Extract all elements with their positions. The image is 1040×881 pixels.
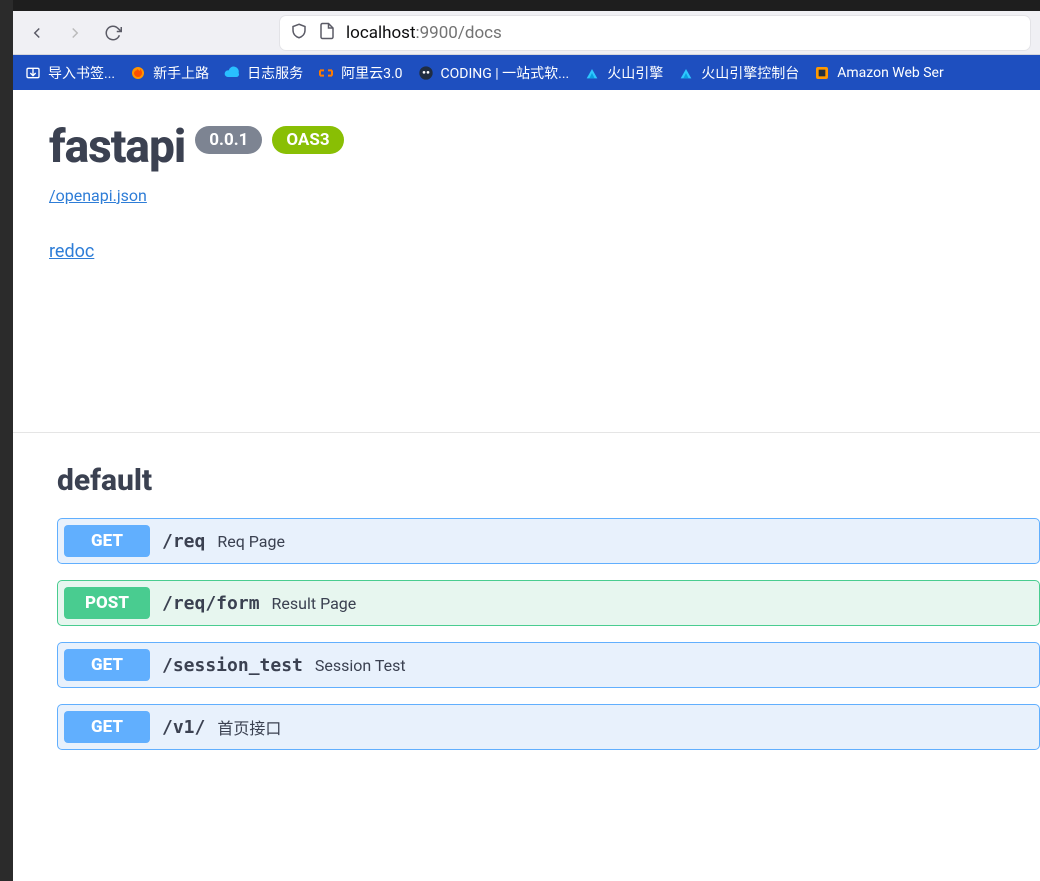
openapi-json-link[interactable]: /openapi.json	[49, 186, 147, 205]
back-button[interactable]	[20, 16, 54, 50]
url-bar[interactable]: localhost:9900/docs	[280, 16, 1030, 50]
bookmark-label: CODING | 一站式软...	[441, 63, 570, 83]
op-summary: Result Page	[272, 594, 357, 613]
aws-icon	[813, 64, 831, 82]
bookmark-label: Amazon Web Ser	[837, 65, 944, 81]
tag-title[interactable]: default	[57, 463, 1040, 498]
bookmark-label: 导入书签...	[48, 63, 115, 83]
method-badge: POST	[64, 587, 150, 619]
opblock-get-session-test[interactable]: GET /session_test Session Test	[57, 642, 1040, 688]
op-path: /req	[162, 531, 205, 552]
op-path: /v1/	[162, 717, 205, 738]
window-left-edge	[0, 0, 13, 881]
oas-badge: OAS3	[272, 126, 343, 154]
cloud-icon	[223, 64, 241, 82]
url-host: localhost	[346, 23, 416, 43]
bookmark-aws[interactable]: Amazon Web Ser	[813, 64, 944, 82]
op-path: /session_test	[162, 655, 303, 676]
bookmark-label: 日志服务	[247, 63, 303, 83]
bookmark-coding[interactable]: CODING | 一站式软...	[417, 63, 570, 83]
reload-button[interactable]	[96, 16, 130, 50]
version-badge: 0.0.1	[195, 126, 262, 154]
bookmark-firefox[interactable]: 新手上路	[129, 63, 209, 83]
bookmark-label: 新手上路	[153, 63, 209, 83]
volcano-icon	[583, 64, 601, 82]
method-badge: GET	[64, 525, 150, 557]
opblock-get-req[interactable]: GET /req Req Page	[57, 518, 1040, 564]
bookmark-logservice[interactable]: 日志服务	[223, 63, 303, 83]
bookmark-volcano[interactable]: 火山引擎	[583, 63, 663, 83]
page-icon	[318, 22, 336, 44]
url-text: localhost:9900/docs	[346, 23, 502, 43]
firefox-icon	[129, 64, 147, 82]
op-summary: 首页接口	[217, 715, 281, 739]
aliyun-icon	[317, 64, 335, 82]
import-icon	[24, 64, 42, 82]
bookmark-label: 火山引擎控制台	[701, 63, 799, 83]
page-viewport: fastapi 0.0.1 OAS3 /openapi.json redoc d…	[13, 90, 1040, 881]
method-badge: GET	[64, 711, 150, 743]
browser-toolbar: localhost:9900/docs	[0, 11, 1040, 55]
tab-strip	[0, 0, 1040, 11]
volcano-icon	[677, 64, 695, 82]
url-rest: :9900/docs	[416, 23, 502, 43]
bookmark-volcano-console[interactable]: 火山引擎控制台	[677, 63, 799, 83]
api-title: fastapi	[49, 120, 185, 174]
method-badge: GET	[64, 649, 150, 681]
swagger-header: fastapi 0.0.1 OAS3 /openapi.json redoc	[13, 90, 1040, 262]
op-summary: Req Page	[217, 532, 285, 551]
bookmark-aliyun[interactable]: 阿里云3.0	[317, 63, 402, 83]
redoc-link[interactable]: redoc	[49, 241, 94, 262]
bookmark-label: 阿里云3.0	[341, 63, 402, 83]
op-summary: Session Test	[315, 656, 406, 675]
bookmark-label: 火山引擎	[607, 63, 663, 83]
bookmarks-bar: 导入书签... 新手上路 日志服务 阿里云3.0 CODING | 一站式软..…	[0, 55, 1040, 90]
coding-icon	[417, 64, 435, 82]
forward-button[interactable]	[58, 16, 92, 50]
opblock-post-req-form[interactable]: POST /req/form Result Page	[57, 580, 1040, 626]
tag-section-default: default GET /req Req Page POST /req/form…	[13, 433, 1040, 750]
shield-icon	[290, 22, 308, 44]
opblock-get-v1[interactable]: GET /v1/ 首页接口	[57, 704, 1040, 750]
op-path: /req/form	[162, 593, 260, 614]
bookmark-import[interactable]: 导入书签...	[24, 63, 115, 83]
